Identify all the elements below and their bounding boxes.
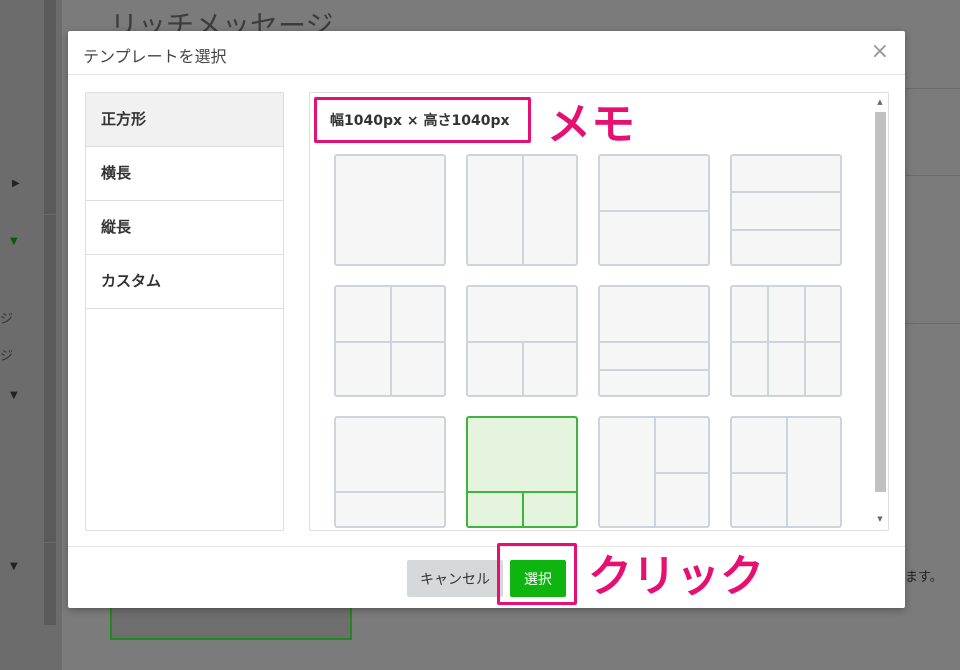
- template-option[interactable]: [466, 285, 578, 397]
- scroll-down-icon[interactable]: ▼: [874, 512, 886, 526]
- template-divider: [732, 341, 840, 343]
- scrollbar-thumb[interactable]: [875, 112, 886, 492]
- scroll-up-icon[interactable]: ▲: [874, 95, 886, 109]
- cancel-button[interactable]: キャンセル: [407, 560, 503, 597]
- annotation-click: クリック: [588, 551, 764, 602]
- background-text: ます。: [905, 570, 943, 585]
- category-custom[interactable]: カスタム: [86, 255, 283, 309]
- template-option[interactable]: [334, 285, 446, 397]
- template-divider: [732, 472, 786, 474]
- close-icon[interactable]: ×: [871, 40, 889, 64]
- template-option[interactable]: [334, 154, 446, 266]
- template-divider: [786, 418, 788, 526]
- annotation-memo: メモ: [547, 99, 635, 150]
- divider: [905, 88, 960, 89]
- template-divider: [522, 341, 524, 395]
- divider: [905, 323, 960, 324]
- template-divider: [600, 210, 708, 212]
- category-portrait[interactable]: 縦長: [86, 201, 283, 255]
- template-divider: [522, 491, 524, 526]
- template-divider: [336, 491, 444, 493]
- modal-header: テンプレートを選択 ×: [68, 31, 905, 75]
- template-option[interactable]: [730, 154, 842, 266]
- divider: [0, 542, 62, 543]
- category-square[interactable]: 正方形: [86, 93, 283, 147]
- template-category-list: 正方形 横長 縦長 カスタム: [85, 92, 284, 531]
- caret-right-icon: ▶: [12, 178, 20, 189]
- caret-down-icon: ▼: [10, 236, 18, 247]
- template-option[interactable]: [730, 285, 842, 397]
- modal-footer-divider: [68, 546, 905, 547]
- template-option-selected[interactable]: [466, 416, 578, 528]
- template-option[interactable]: [334, 416, 446, 528]
- template-option[interactable]: [598, 285, 710, 397]
- template-option[interactable]: [598, 416, 710, 528]
- template-divider: [654, 472, 708, 474]
- template-divider: [600, 341, 708, 343]
- size-label-box: 幅1040px × 高さ1040px: [314, 97, 531, 143]
- template-option[interactable]: [730, 416, 842, 528]
- divider: [0, 214, 62, 215]
- size-label: 幅1040px × 高さ1040px: [330, 113, 510, 129]
- template-grid-panel: 幅1040px × 高さ1040px ▲ ▼: [309, 92, 889, 531]
- background-sidebar: ▶ ▼ ジ ジ ▼ ▼: [0, 0, 62, 670]
- category-landscape[interactable]: 横長: [86, 147, 283, 201]
- template-divider: [804, 287, 806, 395]
- scrollbar[interactable]: ▲ ▼: [874, 95, 886, 526]
- select-button[interactable]: 選択: [510, 560, 566, 597]
- template-divider: [732, 191, 840, 193]
- caret-down-icon: ▼: [10, 390, 18, 401]
- divider: [905, 175, 960, 176]
- template-option[interactable]: [466, 154, 578, 266]
- template-divider: [390, 287, 392, 395]
- template-divider: [767, 287, 769, 395]
- background-text: ジ: [0, 349, 14, 364]
- sidebar-rail: [44, 0, 56, 625]
- modal-title: テンプレートを選択: [83, 47, 227, 66]
- template-divider: [732, 229, 840, 231]
- template-divider: [522, 156, 524, 264]
- caret-down-icon: ▼: [10, 561, 18, 572]
- template-option[interactable]: [598, 154, 710, 266]
- background-text: ジ: [0, 312, 14, 327]
- template-select-modal: テンプレートを選択 × 正方形 横長 縦長 カスタム 幅1040px × 高さ1…: [68, 31, 905, 608]
- template-divider: [600, 369, 708, 371]
